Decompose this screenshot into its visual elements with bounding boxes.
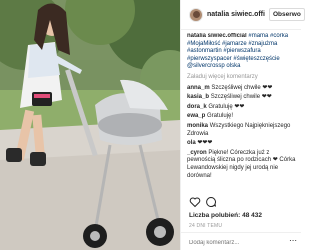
comment-item: ewa_p Gratuluję! — [187, 113, 299, 121]
comments-list: natalia siwiec.official #mama #córka #Mo… — [187, 33, 299, 193]
comment-item: _cyron Piękne! Córeczka już z pewnością … — [187, 150, 299, 180]
post-sidebar: natalia siwiec.offi Obserwo natalia siwi… — [180, 0, 305, 250]
likes-count[interactable]: Liczba polubień: 48 432 — [189, 212, 262, 219]
header-username[interactable]: natalia siwiec.offi — [207, 11, 265, 18]
post-header: natalia siwiec.offi Obserwo — [181, 0, 305, 30]
comment-text: Szczęśliwej chwile ❤❤ — [211, 84, 273, 91]
post-date: 24 DNI TEMU — [189, 223, 223, 229]
comment-box: ⋯ — [181, 232, 301, 250]
comment-item: dora_k Gratuluję ❤❤ — [187, 104, 299, 112]
comment-input[interactable] — [189, 237, 289, 248]
comment-username[interactable]: _cyron — [187, 150, 207, 156]
comment-text: ❤❤❤ — [197, 140, 213, 147]
comment-text: Gratuluję ❤❤ — [208, 103, 245, 110]
comment-item: ola ❤❤❤ — [187, 140, 299, 148]
comment-text: Szczęśliwej chwile ❤❤ — [210, 94, 272, 101]
follow-button[interactable]: Obserwo — [269, 8, 305, 21]
post-photo-illustration — [0, 0, 180, 250]
comment-text: Gratuluję! — [207, 113, 234, 120]
comment-username[interactable]: anna_m — [187, 85, 210, 91]
heart-icon[interactable] — [189, 196, 201, 208]
post-photo — [0, 0, 180, 250]
comment-item: kasia_b Szczęśliwej chwile ❤❤ — [187, 94, 299, 102]
comment-username[interactable]: kasia_b — [187, 94, 209, 100]
avatar[interactable] — [189, 8, 203, 22]
post-actions — [181, 194, 301, 210]
comment-username[interactable]: dora_k — [187, 104, 207, 110]
comment-item: monika Wszystkiego Najpiękniejszego Zdro… — [187, 123, 299, 138]
comment-username[interactable]: ewa_p — [187, 113, 205, 119]
caption-username[interactable]: natalia siwiec.official — [187, 33, 247, 39]
comment-item: anna_m Szczęśliwej chwile ❤❤ — [187, 85, 299, 93]
caption: natalia siwiec.official #mama #córka #Mo… — [187, 33, 299, 71]
more-icon[interactable]: ⋯ — [289, 236, 297, 245]
comment-username[interactable]: monika — [187, 123, 208, 129]
load-more-comments[interactable]: Załaduj więcej komentarzy — [187, 74, 299, 82]
comment-username[interactable]: ola — [187, 140, 196, 146]
comment-icon[interactable] — [205, 196, 217, 208]
